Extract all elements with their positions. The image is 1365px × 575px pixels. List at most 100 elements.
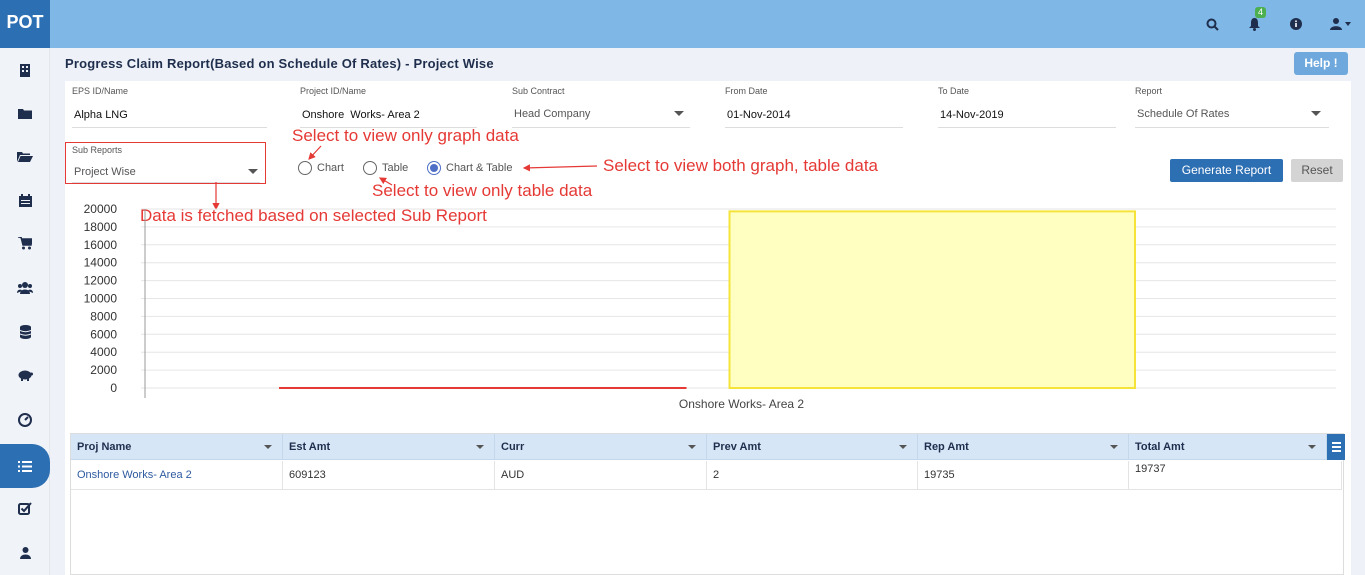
radio-chart-label: Chart [317, 162, 344, 174]
chart-bars [279, 210, 1136, 390]
sub-contract-select[interactable]: Sub Contract Head Company [512, 86, 690, 128]
to-date-field[interactable]: To Date 14-Nov-2019 [938, 86, 1116, 128]
column-header-prev-amt[interactable]: Prev Amt [707, 434, 918, 460]
top-icons: 4 [1191, 0, 1365, 48]
table-cell-prev-amt: 2 [707, 461, 918, 490]
bar-chart: 2000018000160001400012000100008000600040… [84, 204, 1336, 411]
column-header-label: Curr [501, 441, 525, 453]
search-icon[interactable] [1191, 0, 1233, 48]
database-icon[interactable] [0, 312, 50, 352]
column-header-label: Total Amt [1135, 441, 1185, 453]
column-header-total-amt[interactable]: Total Amt [1129, 434, 1327, 460]
folder-icon[interactable] [0, 93, 50, 133]
column-header-rep-amt[interactable]: Rep Amt [918, 434, 1129, 460]
chevron-down-icon[interactable] [1110, 445, 1118, 449]
chevron-down-icon [674, 111, 684, 116]
y-tick-label: 0 [110, 381, 117, 395]
column-header-label: Prev Amt [713, 441, 761, 453]
to-date-label: To Date [938, 86, 970, 96]
chevron-down-icon[interactable] [899, 445, 907, 449]
chevron-down-icon [248, 169, 258, 174]
table-cell-total-amt: 19737 [1129, 461, 1342, 490]
cart-icon[interactable] [0, 223, 50, 263]
y-tick-label: 4000 [90, 345, 117, 359]
column-header-est-amt[interactable]: Est Amt [283, 434, 495, 460]
chevron-down-icon[interactable] [688, 445, 696, 449]
eps-label: EPS ID/Name [72, 86, 129, 96]
chevron-down-icon[interactable] [264, 445, 272, 449]
y-tick-label: 8000 [90, 309, 117, 323]
y-tick-label: 16000 [84, 238, 118, 252]
column-header-proj-name[interactable]: Proj Name [71, 434, 283, 460]
info-icon[interactable] [1275, 0, 1317, 48]
sub-contract-label: Sub Contract [512, 86, 565, 96]
y-tick-label: 14000 [84, 256, 118, 270]
chevron-down-icon[interactable] [476, 445, 484, 449]
project-label: Project ID/Name [300, 86, 367, 96]
piggy-bank-icon[interactable] [0, 355, 50, 395]
radio-circle [298, 161, 312, 175]
sub-contract-underline [512, 127, 690, 128]
to-date-underline [938, 127, 1116, 128]
eps-underline [72, 127, 267, 128]
column-header-label: Proj Name [77, 441, 132, 453]
radio-circle-selected [427, 161, 441, 175]
top-bar: POT 4 [0, 0, 1365, 48]
bell-icon[interactable]: 4 [1233, 0, 1275, 48]
list-icon[interactable] [0, 444, 50, 488]
y-tick-label: 2000 [90, 363, 117, 377]
building-icon[interactable] [0, 50, 50, 90]
page-title: Progress Claim Report(Based on Schedule … [65, 56, 494, 71]
gauge-icon[interactable] [0, 400, 50, 440]
column-header-label: Est Amt [289, 441, 331, 453]
radio-chart-and-table-label: Chart & Table [446, 162, 513, 174]
table-cell-curr: AUD [495, 461, 707, 490]
calendar-icon[interactable] [0, 180, 50, 220]
annotation-both: Select to view both graph, table data [603, 156, 879, 175]
folder-open-icon[interactable] [0, 136, 50, 176]
radio-chart-and-table[interactable]: Chart & Table [427, 161, 512, 175]
app-logo[interactable]: POT [0, 0, 50, 48]
radio-chart[interactable]: Chart [298, 161, 344, 175]
users-icon[interactable] [0, 268, 50, 308]
user-menu-icon[interactable] [1317, 0, 1365, 48]
annotation-table: Select to view only table data [372, 181, 593, 200]
y-tick-label: 12000 [84, 274, 118, 288]
sub-reports-select[interactable]: Sub Reports Project Wise [65, 142, 266, 184]
sub-reports-underline [72, 182, 260, 183]
from-date-field[interactable]: From Date 01-Nov-2014 [725, 86, 903, 128]
from-date-value: 01-Nov-2014 [727, 109, 791, 121]
y-tick-label: 10000 [84, 292, 118, 306]
bar-1 [728, 210, 1136, 389]
from-date-label: From Date [725, 86, 768, 96]
report-value: Schedule Of Rates [1137, 108, 1230, 120]
column-header-label: Rep Amt [924, 441, 969, 453]
radio-table[interactable]: Table [363, 161, 408, 175]
chart-y-axis: 2000018000160001400012000100008000600040… [84, 204, 118, 395]
reset-button[interactable]: Reset [1291, 159, 1343, 182]
x-tick-label: Onshore Works- Area 2 [679, 397, 804, 411]
sidebar [0, 48, 50, 575]
table-cell-proj-name[interactable]: Onshore Works- Area 2 [71, 461, 283, 490]
chevron-down-icon[interactable] [1308, 445, 1316, 449]
generate-report-button[interactable]: Generate Report [1170, 159, 1283, 182]
from-date-underline [725, 127, 903, 128]
checkbox-icon[interactable] [0, 488, 50, 528]
sub-reports-label: Sub Reports [72, 145, 123, 155]
help-button[interactable]: Help ! [1294, 52, 1348, 75]
y-tick-label: 20000 [84, 204, 118, 216]
column-header-curr[interactable]: Curr [495, 434, 707, 460]
eps-field[interactable]: EPS ID/Name Alpha LNG [72, 86, 267, 128]
y-tick-label: 18000 [84, 220, 118, 234]
person-icon[interactable] [0, 533, 50, 573]
eps-value: Alpha LNG [74, 109, 128, 121]
report-table: Proj Name Est Amt Curr Prev Amt Rep Amt … [70, 433, 1345, 575]
report-label: Report [1135, 86, 1163, 96]
column-menu-icon[interactable] [1327, 434, 1345, 460]
y-tick-label: 6000 [90, 327, 117, 341]
project-field[interactable]: Project ID/Name Onshore Works- Area 2 [300, 86, 477, 128]
project-value: Onshore Works- Area 2 [302, 109, 420, 121]
table-header: Proj Name Est Amt Curr Prev Amt Rep Amt … [71, 434, 1345, 460]
chevron-down-icon [1311, 111, 1321, 116]
report-select[interactable]: Report Schedule Of Rates [1135, 86, 1329, 128]
